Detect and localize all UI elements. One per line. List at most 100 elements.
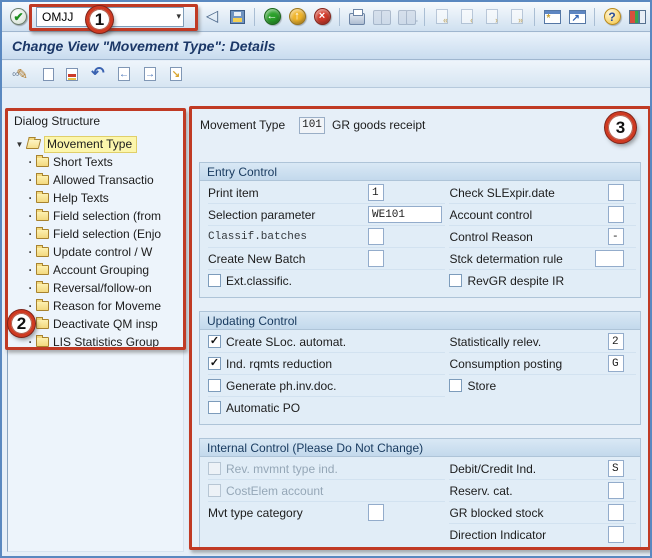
sap-window: ✔ ▾ ◁ ← ↑ × + « ‹ › » * ↗ ? [0, 0, 652, 558]
print-item-row: Print item 1 [208, 182, 445, 204]
printer-glyph [349, 13, 365, 25]
toolbar-separator [339, 8, 340, 26]
ext-classific-checkbox[interactable] [208, 274, 221, 287]
automatic-po-row: Automatic PO [208, 397, 445, 419]
tree-item-allowed-transactions[interactable]: ·Allowed Transactio [13, 171, 183, 189]
previous-entry-icon[interactable]: ← [114, 64, 134, 85]
last-page-icon[interactable]: » [507, 6, 527, 27]
arrow-glyph: « [443, 16, 448, 25]
dialog-structure-header: Dialog Structure [13, 113, 183, 135]
ext-classific-label: Ext.classific. [226, 274, 386, 288]
check-slexpir-field[interactable] [608, 184, 624, 201]
exit-icon[interactable]: ↑ [287, 6, 307, 27]
tree-item-short-texts[interactable]: ·Short Texts [13, 153, 183, 171]
previous-page-icon[interactable]: ‹ [457, 6, 477, 27]
tree-item-field-selection-enjoy[interactable]: ·Field selection (Enjo [13, 225, 183, 243]
new-session-icon[interactable]: * [542, 6, 562, 27]
gr-blocked-stock-field[interactable] [608, 504, 624, 521]
movement-type-header-row: Movement Type 101 GR goods receipt [200, 115, 641, 135]
delete-glyph [66, 68, 78, 81]
page-glyph: ↘ [170, 67, 182, 81]
check-slexpir-row: Check SLExpir.date [449, 182, 636, 204]
reserv-cat-row: Reserv. cat. [449, 480, 636, 502]
classif-batches-label: Classif.batches [208, 231, 368, 243]
stck-determation-rule-row: Stck determation rule [449, 248, 636, 270]
tree-item-reason-for-movement[interactable]: ·Reason for Moveme [13, 297, 183, 315]
tree-item-label: Reversal/follow-on [53, 281, 152, 295]
store-checkbox[interactable] [449, 379, 462, 392]
stck-determation-rule-field[interactable] [595, 250, 624, 267]
back-arrow-icon[interactable]: ◁ [202, 6, 222, 27]
tree-item-deactivate-qm[interactable]: ·Deactivate QM insp [13, 315, 183, 333]
mvt-type-category-field[interactable] [368, 504, 384, 521]
ind-rqmts-checkbox[interactable] [208, 357, 221, 370]
movement-type-field[interactable]: 101 [299, 117, 325, 134]
direction-indicator-field[interactable] [608, 526, 624, 543]
generate-phinv-checkbox[interactable] [208, 379, 221, 392]
customize-layout-icon[interactable] [627, 6, 647, 27]
store-row: Store [449, 375, 636, 397]
costelem-account-checkbox [208, 484, 221, 497]
tree-item-reversal-follow-on[interactable]: ·Reversal/follow-on [13, 279, 183, 297]
updating-control-title: Updating Control [200, 312, 640, 330]
account-control-field[interactable] [608, 206, 624, 223]
help-icon[interactable]: ? [602, 6, 622, 27]
cancel-icon[interactable]: × [312, 6, 332, 27]
tree-item-account-grouping[interactable]: ·Account Grouping [13, 261, 183, 279]
print-item-field[interactable]: 1 [368, 184, 384, 201]
tree-item-update-control[interactable]: ·Update control / W [13, 243, 183, 261]
undo-icon[interactable]: ↶ [88, 64, 108, 85]
create-shortcut-icon[interactable]: ↗ [567, 6, 587, 27]
back-icon[interactable]: ← [262, 6, 282, 27]
display-change-icon[interactable]: ∞✎ [10, 64, 30, 85]
title-bar: Change View "Movement Type": Details [2, 33, 650, 60]
revgr-despite-ir-checkbox[interactable] [449, 274, 462, 287]
next-entry-icon[interactable]: → [140, 64, 160, 85]
tree-item-field-selection-from[interactable]: ·Field selection (from [13, 207, 183, 225]
consumption-posting-field[interactable]: G [608, 355, 624, 372]
next-page-icon[interactable]: › [482, 6, 502, 27]
save-icon[interactable] [227, 6, 247, 27]
statistically-relev-field[interactable]: 2 [608, 333, 624, 350]
create-sloc-checkbox[interactable] [208, 335, 221, 348]
arrow-glyph: › [495, 16, 498, 25]
costelem-account-row: CostElem account [208, 480, 445, 502]
create-new-batch-field[interactable] [368, 250, 384, 267]
movement-type-details-panel: Movement Type 101 GR goods receipt Entry… [192, 109, 648, 547]
star-glyph: * [547, 14, 551, 24]
bullet-icon: · [26, 245, 35, 259]
binoculars-glyph [373, 10, 391, 23]
reserv-cat-field[interactable] [608, 482, 624, 499]
control-reason-field[interactable]: - [608, 228, 624, 245]
bullet-icon: · [26, 263, 35, 277]
first-page-icon[interactable]: « [432, 6, 452, 27]
expander-icon[interactable]: ▼ [13, 140, 26, 149]
print-icon[interactable] [347, 6, 367, 27]
arrow-glyph: → [145, 69, 155, 81]
selection-parameter-field[interactable]: WE101 [368, 206, 442, 223]
find-icon[interactable] [372, 6, 392, 27]
find-next-icon[interactable]: + [397, 6, 417, 27]
debit-credit-ind-field[interactable]: S [608, 460, 624, 477]
position-icon[interactable]: ↘ [166, 64, 186, 85]
generate-phinv-label: Generate ph.inv.doc. [226, 379, 386, 393]
ind-rqmts-row: Ind. rqmts reduction [208, 353, 445, 375]
automatic-po-checkbox[interactable] [208, 401, 221, 414]
command-dropdown-icon[interactable]: ▾ [176, 11, 181, 22]
page-glyph: ‹ [461, 9, 473, 24]
arrow-glyph: ← [119, 69, 129, 81]
folder-icon [36, 265, 49, 275]
entry-control-left-column: Print item 1 Selection parameter WE101 C… [208, 182, 445, 292]
classif-batches-field[interactable] [368, 228, 384, 245]
enter-icon[interactable]: ✔ [10, 8, 27, 25]
delete-icon[interactable] [62, 64, 82, 85]
dialog-structure-panel: Dialog Structure ▼ Movement Type ·Short … [7, 108, 184, 552]
copy-icon[interactable] [36, 64, 56, 85]
red-cancel-glyph: × [314, 8, 331, 25]
tree-item-lis-statistics[interactable]: ·LIS Statistics Group [13, 333, 183, 351]
rev-mvmnt-type-row: Rev. mvmnt type ind. [208, 458, 445, 480]
tree-item-help-texts[interactable]: ·Help Texts [13, 189, 183, 207]
tree-item-movement-type[interactable]: ▼ Movement Type [13, 135, 183, 153]
tree-item-label: Deactivate QM insp [53, 317, 158, 331]
updating-control-left-column: Create SLoc. automat. Ind. rqmts reducti… [208, 331, 445, 419]
